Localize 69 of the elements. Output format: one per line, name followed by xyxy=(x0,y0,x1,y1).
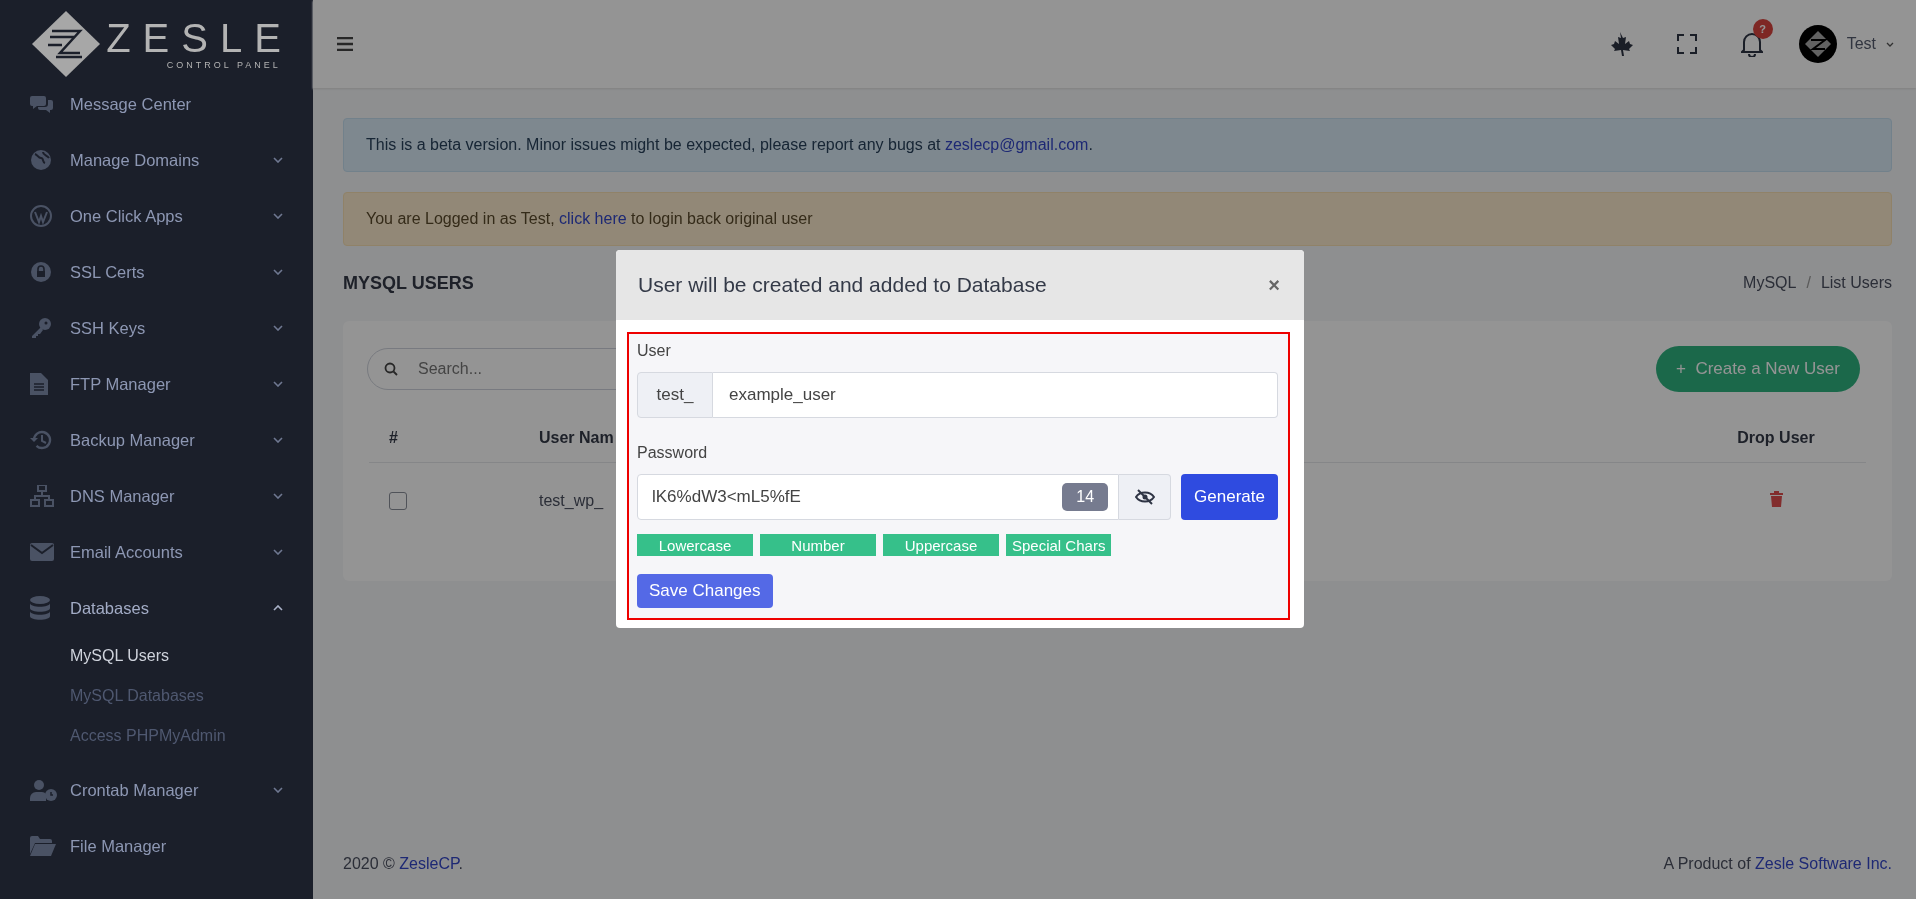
requirement-tag: Number xyxy=(760,534,876,556)
folder-icon xyxy=(30,836,56,856)
requirement-tag: Uppercase xyxy=(883,534,999,556)
network-icon xyxy=(30,485,54,507)
sidebar-item[interactable]: Message Center xyxy=(0,76,313,132)
alert-link[interactable]: zeslecp@gmail.com xyxy=(944,136,1089,153)
alert-text: This is a beta version. Minor issues might be expected, please report any bugs at zeslecp@gmail.com. xyxy=(366,136,1093,153)
sidebar-item[interactable]: Crontab Manager xyxy=(0,762,313,818)
sidebar-item[interactable]: SSL Certs xyxy=(0,244,313,300)
sidebar-item[interactable]: Databases xyxy=(0,580,313,636)
history-icon xyxy=(30,429,52,451)
product-text: A Product of Zesle Software Inc. xyxy=(1663,855,1892,873)
submenu-item[interactable]: MySQL Users xyxy=(70,636,169,676)
sidebar-item[interactable]: DNS Manager xyxy=(0,468,313,524)
lock-icon xyxy=(30,261,52,283)
caret-icon[interactable] xyxy=(1886,41,1894,47)
generate-button[interactable]: Generate xyxy=(1181,474,1278,520)
close-button[interactable]: × xyxy=(1264,273,1284,297)
password-value: lK6%dW3<mL5%fE xyxy=(652,487,802,507)
wordpress-icon xyxy=(30,205,52,227)
bell-icon[interactable] xyxy=(1740,31,1763,57)
breadcrumb-item[interactable]: List Users xyxy=(1820,274,1892,292)
sidebar-item[interactable]: Manage Domains xyxy=(0,132,313,188)
eye-slash-icon xyxy=(1134,489,1155,505)
row-checkbox[interactable] xyxy=(389,492,407,511)
trash-icon[interactable] xyxy=(1769,491,1783,507)
length-badge: 14 xyxy=(1062,483,1109,511)
avatar-icon[interactable] xyxy=(1798,25,1837,63)
sidebar-item[interactable]: File Manager xyxy=(0,818,313,874)
column-header: Drop User xyxy=(1737,429,1815,446)
menu-icon[interactable] xyxy=(337,37,353,51)
notification-badge: ? xyxy=(1752,19,1773,39)
requirement-tag: Lowercase xyxy=(637,534,753,556)
globe-icon xyxy=(30,149,52,171)
column-header: # xyxy=(389,429,398,446)
sidebar-item[interactable]: Backup Manager xyxy=(0,412,313,468)
page-title: MYSQL USERS xyxy=(343,272,474,294)
footer-link[interactable]: Zesle Software Inc. xyxy=(1755,855,1892,872)
user-clock-icon xyxy=(30,779,58,801)
alert-text: You are Logged in as Test, click here to login back original user xyxy=(366,210,813,227)
database-icon xyxy=(30,596,50,620)
prefix-addon: test_ xyxy=(637,372,713,418)
user-input-field[interactable]: example_user xyxy=(713,372,1278,418)
breadcrumb-item[interactable]: MySQL xyxy=(1743,274,1797,292)
key-icon xyxy=(30,317,52,339)
breadcrumb-separator: / xyxy=(1806,274,1811,292)
logo-text: ZESLE xyxy=(106,18,293,58)
alert-link[interactable]: click here xyxy=(559,210,627,227)
table-cell: test_wp_ xyxy=(539,492,604,509)
chat-icon xyxy=(30,94,54,114)
save-button[interactable]: Save Changes xyxy=(637,574,773,608)
modal-title: User will be created and added to Database xyxy=(638,273,1047,297)
sidebar-item[interactable]: FTP Manager xyxy=(0,356,313,412)
mail-icon xyxy=(30,543,54,561)
hide-password-button[interactable] xyxy=(1119,474,1172,520)
logo-tagline: CONTROL PANEL xyxy=(166,60,281,70)
sidebar-item[interactable]: SSH Keys xyxy=(0,300,313,356)
column-header: User Nam xyxy=(539,429,614,446)
field-label: Password xyxy=(637,444,709,462)
logo-icon xyxy=(32,11,101,77)
requirement-tag: Special Chars xyxy=(1006,534,1112,556)
footer-link[interactable]: ZesleCP xyxy=(399,855,459,872)
fullscreen-icon[interactable] xyxy=(1676,34,1697,54)
password-field[interactable]: lK6%dW3<mL5%fE 14 xyxy=(637,474,1120,520)
sidebar-item[interactable]: Email Accounts xyxy=(0,524,313,580)
sidebar-item[interactable]: One Click Apps xyxy=(0,188,313,244)
document-icon xyxy=(30,373,48,395)
copyright-text: 2020 © ZesleCP. xyxy=(343,855,464,873)
user-name[interactable]: Test xyxy=(1846,35,1876,53)
